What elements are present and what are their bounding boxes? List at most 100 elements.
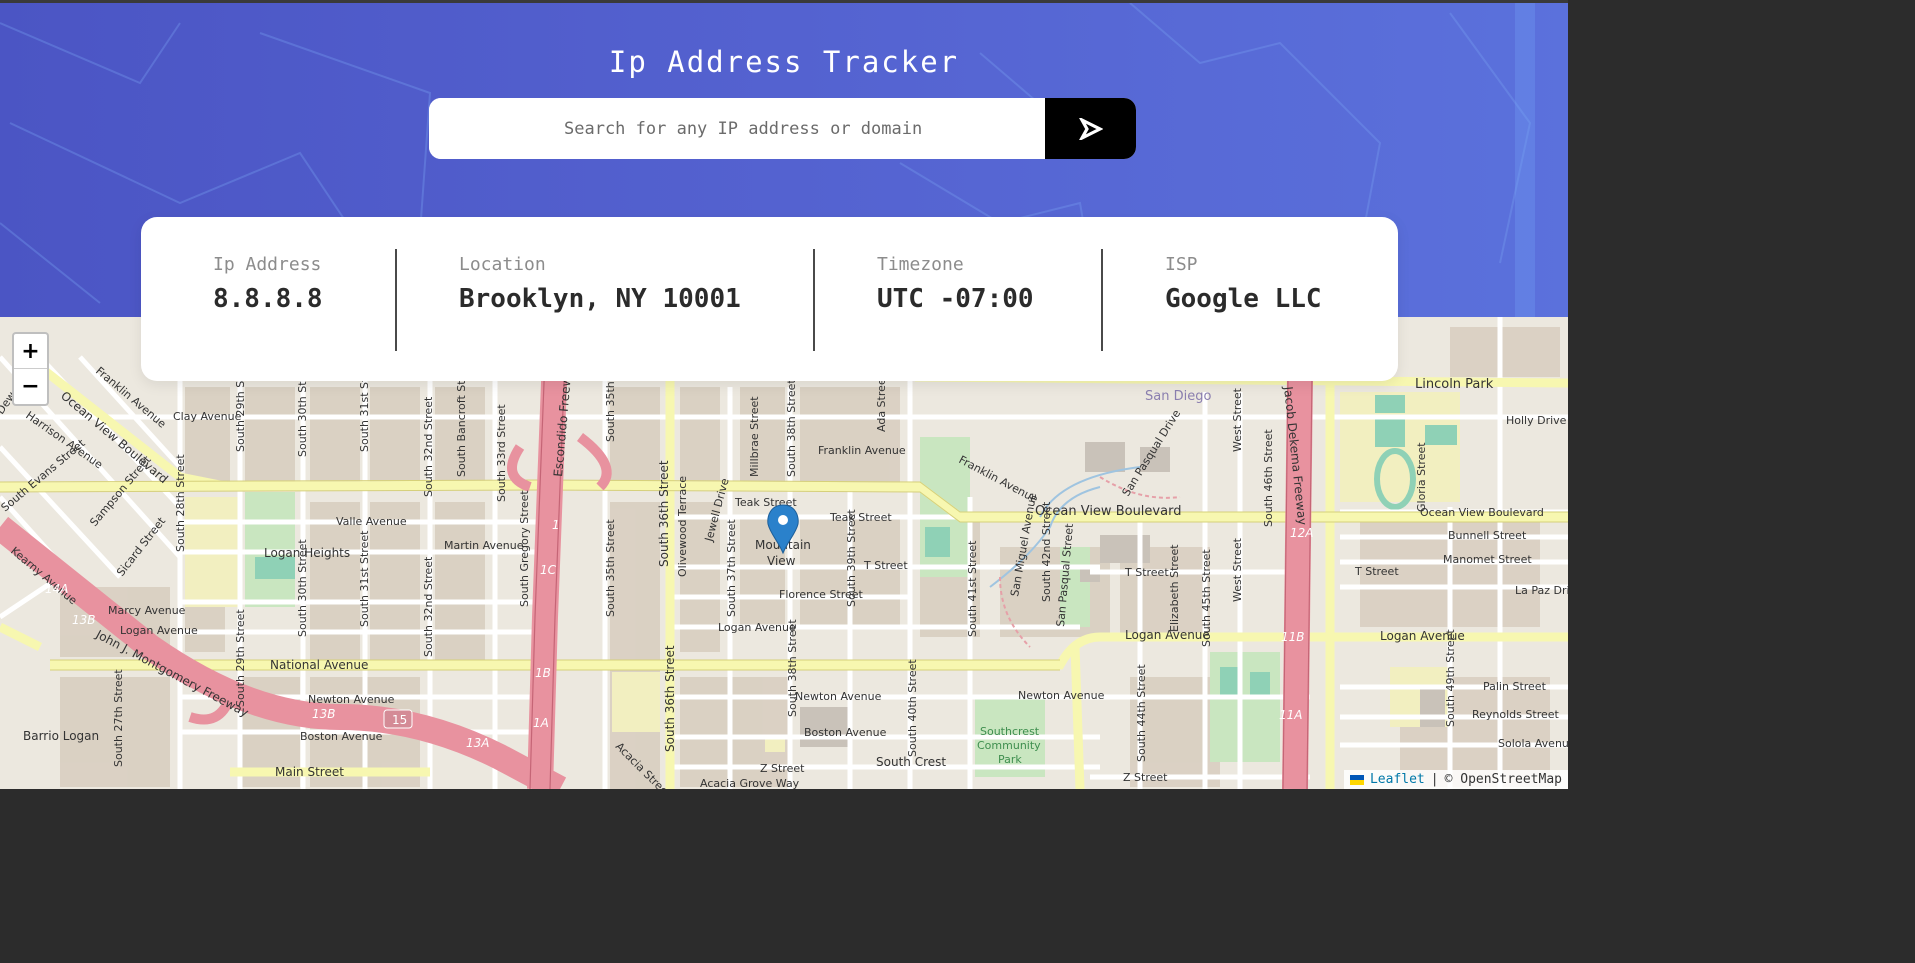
svg-text:South Gregory Street: South Gregory Street [518,490,531,607]
svg-text:South 30th Street: South 30th Street [296,539,309,637]
svg-text:Teak Street: Teak Street [829,511,892,524]
svg-text:National Avenue: National Avenue [270,658,368,672]
svg-text:South 36th Street: South 36th Street [663,645,677,752]
svg-text:Olivewood Terrace: Olivewood Terrace [676,476,689,577]
svg-text:Logan Avenue: Logan Avenue [120,624,198,637]
svg-text:South 27th Street: South 27th Street [112,669,125,767]
svg-text:Palin Street: Palin Street [1483,680,1547,693]
chevron-right-icon [1078,117,1103,140]
search-submit-button[interactable] [1045,98,1136,159]
svg-text:South 38th Street: South 38th Street [786,619,799,717]
search-input[interactable] [429,98,1045,159]
map-tiles[interactable]: San Diego Lincoln Park Ocean View Boulev… [0,317,1568,789]
svg-text:Main Street: Main Street [275,765,344,779]
svg-text:South 46th Street: South 46th Street [1262,429,1275,527]
svg-text:Barrio Logan: Barrio Logan [23,729,99,743]
divider [395,249,397,351]
svg-text:13B: 13B [312,707,336,721]
svg-text:South 31st Street: South 31st Street [358,530,371,627]
svg-text:1: 1 [552,518,560,532]
svg-text:South 45th Street: South 45th Street [1200,549,1213,647]
svg-text:South 32nd Street: South 32nd Street [422,556,435,657]
svg-text:14A: 14A [45,582,68,596]
svg-text:12A: 12A [1290,526,1313,540]
search-form [429,98,1136,159]
leaflet-link[interactable]: Leaflet [1370,772,1425,787]
svg-text:Southcrest: Southcrest [980,725,1040,738]
svg-text:Elizabeth Street: Elizabeth Street [1168,544,1181,632]
svg-text:T Street: T Street [863,559,908,572]
svg-text:La Paz Drive: La Paz Drive [1515,584,1568,597]
timezone-value: UTC -07:00 [877,284,1034,314]
zoom-in-button[interactable]: + [14,334,47,369]
svg-text:Solola Avenue: Solola Avenue [1498,737,1568,750]
svg-text:South 42nd Street: South 42nd Street [1040,501,1053,602]
zoom-control: + − [12,332,49,406]
svg-text:South 36th Street: South 36th Street [657,460,671,567]
map-attribution: Leaflet | © OpenStreetMap [1343,770,1568,789]
svg-text:West Street: West Street [1231,537,1244,602]
svg-text:South 37th Street: South 37th Street [725,519,738,617]
svg-text:Park: Park [998,753,1022,766]
svg-text:11B: 11B [1281,630,1305,644]
svg-text:West Street: West Street [1231,387,1244,452]
svg-text:San Diego: San Diego [1145,389,1211,404]
svg-text:South 44th Street: South 44th Street [1135,664,1148,762]
attribution-separator: | [1430,772,1439,787]
svg-text:Marcy Avenue: Marcy Avenue [108,604,186,617]
location-label: Location [459,254,546,275]
svg-text:Z Street: Z Street [1123,771,1168,784]
svg-text:Community: Community [977,739,1041,752]
svg-text:Bunnell Street: Bunnell Street [1448,529,1527,542]
osm-attribution: © OpenStreetMap [1444,772,1562,787]
svg-text:Boston Avenue: Boston Avenue [804,726,887,739]
location-value: Brooklyn, NY 10001 [459,284,741,314]
svg-text:13B: 13B [72,613,96,627]
svg-text:South 29th Street: South 29th Street [234,609,247,707]
svg-text:South 41st Street: South 41st Street [966,540,979,637]
ip-address-value: 8.8.8.8 [213,284,323,314]
svg-text:Acacia Grove Way: Acacia Grove Way [700,777,800,789]
zoom-out-button[interactable]: − [14,369,47,404]
svg-text:Manomet Street: Manomet Street [1443,553,1532,566]
svg-text:South 28th Street: South 28th Street [174,454,187,552]
svg-text:Martin Avenue: Martin Avenue [444,539,524,552]
svg-text:View: View [767,554,796,568]
page: San Diego Lincoln Park Ocean View Boulev… [0,0,1568,789]
svg-text:T Street: T Street [1354,565,1399,578]
ip-address-label: Ip Address [213,254,322,275]
divider [1101,249,1103,351]
svg-text:Newton Avenue: Newton Avenue [308,693,395,706]
svg-text:Ocean View Boulevard: Ocean View Boulevard [1420,506,1544,519]
svg-text:1C: 1C [540,563,557,577]
svg-text:Boston Avenue: Boston Avenue [300,730,383,743]
svg-text:1A: 1A [533,716,549,730]
svg-text:South 35th Street: South 35th Street [604,519,617,617]
svg-text:15: 15 [392,713,407,727]
page-title: Ip Address Tracker [608,45,960,79]
svg-text:South 49th Street: South 49th Street [1444,629,1457,727]
svg-text:Gloria Street: Gloria Street [1415,442,1428,512]
svg-text:South 40th Street: South 40th Street [906,659,919,757]
ip-info-card: Ip Address 8.8.8.8 Location Brooklyn, NY… [141,217,1398,381]
svg-text:11A: 11A [1279,708,1302,722]
svg-text:South 38th Street: South 38th Street [785,379,798,477]
svg-text:South 32nd Street: South 32nd Street [422,396,435,497]
svg-text:Valle Avenue: Valle Avenue [336,515,407,528]
svg-text:South 39th Street: South 39th Street [845,509,858,607]
svg-text:Ocean View Boulevard: Ocean View Boulevard [1035,504,1181,519]
map[interactable]: San Diego Lincoln Park Ocean View Boulev… [0,317,1568,789]
timezone-label: Timezone [877,254,964,275]
svg-text:Millbrae Street: Millbrae Street [748,396,761,477]
svg-text:Holly Drive: Holly Drive [1506,414,1567,427]
svg-text:1B: 1B [535,666,551,680]
svg-text:Clay Avenue: Clay Avenue [173,410,242,423]
svg-text:South 33rd Street: South 33rd Street [495,404,508,502]
isp-label: ISP [1165,254,1198,275]
svg-text:T Street: T Street [1124,566,1169,579]
svg-text:Franklin Avenue: Franklin Avenue [818,444,906,457]
svg-text:Lincoln Park: Lincoln Park [1415,377,1494,392]
svg-text:Z Street: Z Street [760,762,805,775]
svg-text:13A: 13A [466,736,489,750]
svg-text:Newton Avenue: Newton Avenue [1018,689,1105,702]
